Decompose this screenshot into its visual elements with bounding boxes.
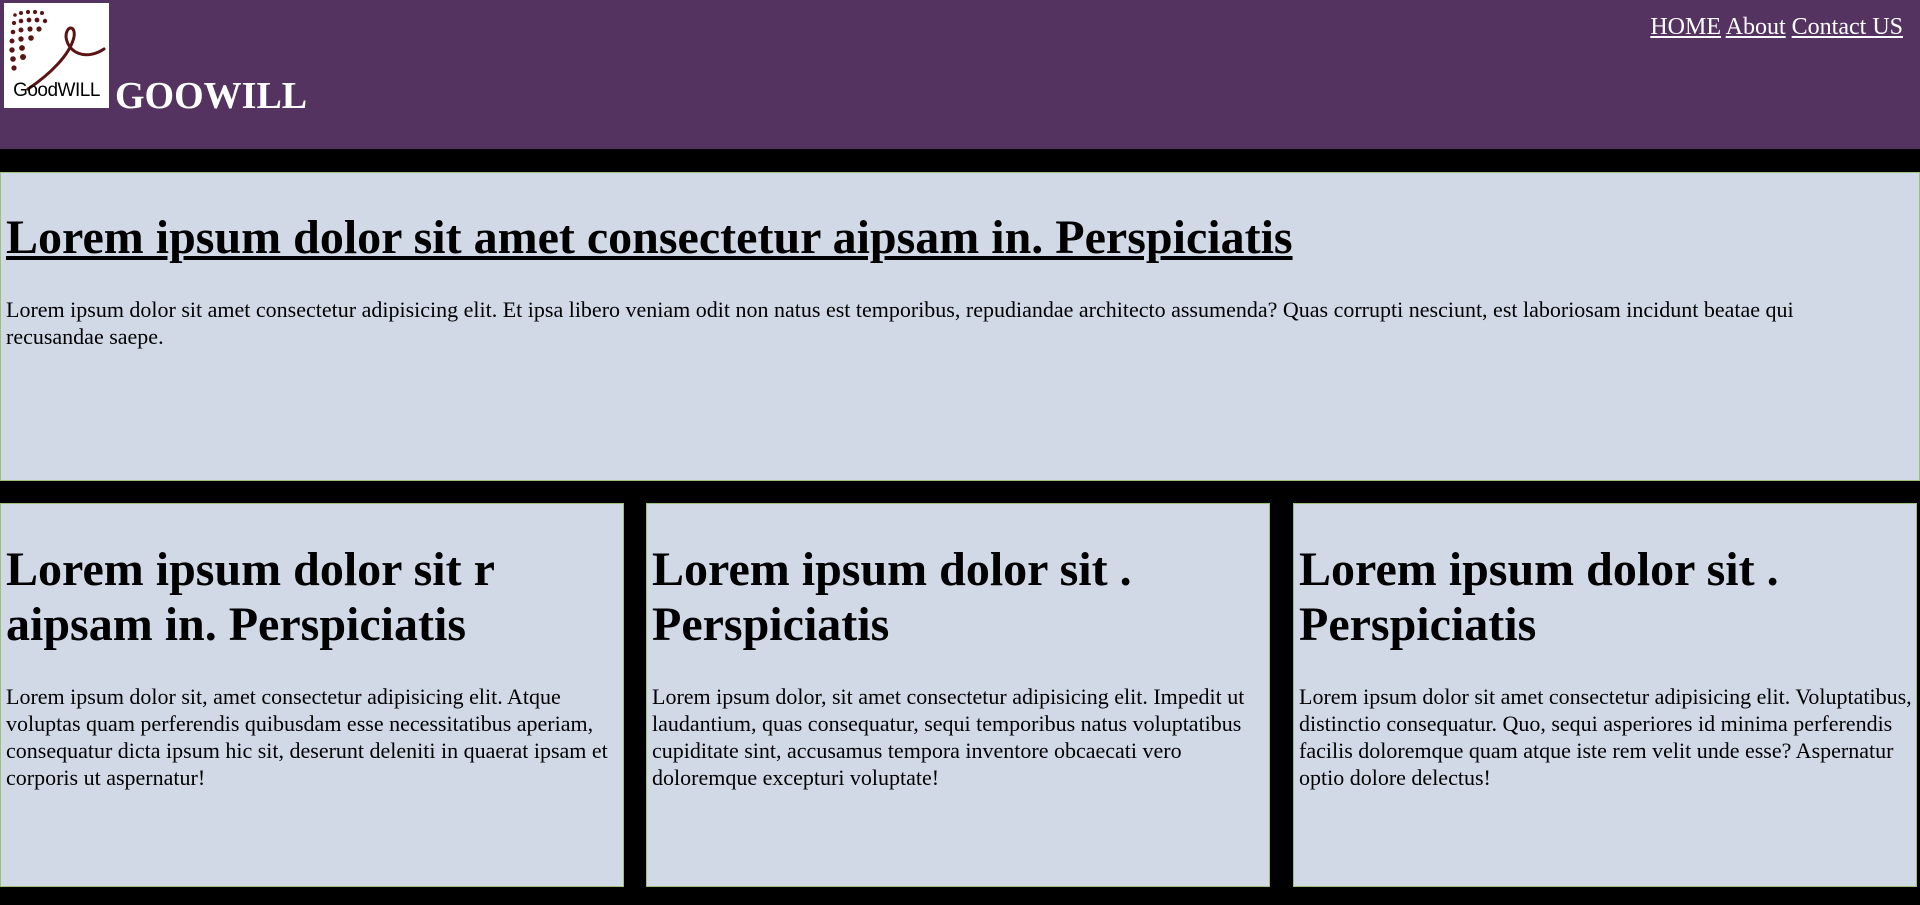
site-header: GoodWILL GOOWILL HOME About Contact US: [0, 0, 1920, 149]
card-2: Lorem ipsum dolor sit . Perspiciatis Lor…: [646, 503, 1270, 887]
hero-text: Lorem ipsum dolor sit amet consectetur a…: [6, 297, 1794, 349]
nav-link-home[interactable]: HOME: [1650, 14, 1721, 40]
logo-text: GoodWILL: [13, 80, 100, 101]
card-title: Lorem ipsum dolor sit . Perspiciatis: [652, 543, 1132, 651]
nav-link-about[interactable]: About: [1726, 14, 1786, 40]
card-text: Lorem ipsum dolor sit, amet consectetur …: [6, 684, 608, 790]
brand-name: GOOWILL: [115, 75, 308, 117]
card-text: Lorem ipsum dolor sit amet consectetur a…: [1299, 684, 1912, 790]
hero-title: Lorem ipsum dolor sit amet consectetur a…: [6, 211, 1293, 264]
main-nav: HOME About Contact US: [1650, 10, 1903, 44]
card-3: Lorem ipsum dolor sit . Perspiciatis Lor…: [1293, 503, 1917, 887]
logo[interactable]: GoodWILL: [4, 3, 109, 108]
card-title: Lorem ipsum dolor sit . Perspiciatis: [1299, 543, 1779, 651]
nav-link-contact[interactable]: Contact US: [1792, 14, 1903, 40]
card-title: Lorem ipsum dolor sit r aipsam in. Persp…: [6, 543, 495, 651]
card-text: Lorem ipsum dolor, sit amet consectetur …: [652, 684, 1245, 790]
hero-section: Lorem ipsum dolor sit amet consectetur a…: [0, 172, 1920, 481]
card-1: Lorem ipsum dolor sit r aipsam in. Persp…: [0, 503, 624, 887]
